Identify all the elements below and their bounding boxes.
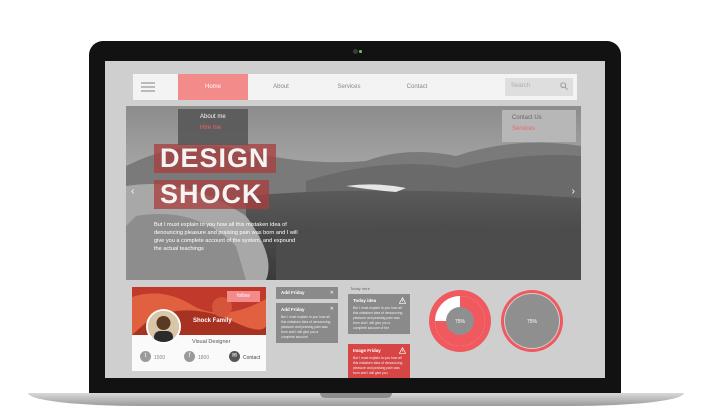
dropdown-item-about-me[interactable]: About me xyxy=(178,109,248,120)
dropdown-item-hire-me[interactable]: Hire me xyxy=(178,120,248,131)
hero-headline-line1: DESIGN xyxy=(154,144,276,173)
mail-icon[interactable]: ✉ xyxy=(229,351,240,362)
search-dropdown-menu: Contact Us Services xyxy=(502,110,576,142)
laptop-notch xyxy=(320,393,392,398)
profile-role: Visual Designer xyxy=(192,339,231,345)
hero-headline-line2: SHOCK xyxy=(154,180,269,209)
notification-card-1[interactable]: Add Friday ✕ xyxy=(276,287,338,299)
profile-card: follow Shock Family Visual Designer t 15… xyxy=(132,287,266,371)
slider-next-icon[interactable]: › xyxy=(572,186,575,197)
gauge-2: 75% xyxy=(501,290,563,352)
close-icon[interactable]: ✕ xyxy=(330,306,334,312)
dropdown-item-services[interactable]: Services xyxy=(502,121,576,132)
slider-dots[interactable] xyxy=(359,271,383,280)
notification-card-2[interactable]: Add Friday ✕ But I must explain to you h… xyxy=(276,303,338,343)
card4-body: But I must explain to you how all this m… xyxy=(353,356,403,375)
top-nav: Home About Services Contact Search xyxy=(133,74,577,100)
facebook-icon[interactable]: f xyxy=(184,351,195,362)
card2-title: Add Friday xyxy=(281,307,305,312)
contact-link[interactable]: Contact xyxy=(243,355,260,361)
about-dropdown-menu: About me Hire me xyxy=(178,109,248,145)
webcam-led xyxy=(359,50,362,53)
gauge-1: 75% xyxy=(429,290,491,352)
slider-prev-icon[interactable]: ‹ xyxy=(131,186,134,197)
nav-contact[interactable]: Contact xyxy=(384,74,450,100)
search-input[interactable]: Search xyxy=(505,78,573,96)
notification-card-4[interactable]: Image Friday But I must explain to you h… xyxy=(348,344,410,378)
follow-button[interactable]: follow xyxy=(227,291,260,302)
nav-services[interactable]: Services xyxy=(314,74,384,100)
card2-body: But I must explain to you how all this m… xyxy=(281,315,331,339)
gauge-2-label: 75% xyxy=(527,319,538,325)
nav-about[interactable]: About xyxy=(248,74,314,100)
card3-body: But I must explain to you how all this m… xyxy=(353,306,403,330)
webcam xyxy=(353,49,358,54)
avatar xyxy=(146,309,181,344)
laptop-mockup: Home About Services Contact Search DESIG… xyxy=(0,0,712,420)
dropdown-item-contact-us[interactable]: Contact Us xyxy=(502,110,576,121)
close-icon[interactable]: ✕ xyxy=(330,290,334,296)
twitter-icon[interactable]: t xyxy=(140,351,151,362)
today-label: Today here xyxy=(350,286,370,291)
nav-home[interactable]: Home xyxy=(178,74,248,100)
notification-card-3[interactable]: Today idea But I must explain to you how… xyxy=(348,294,410,334)
twitter-count: 1500 xyxy=(154,355,166,361)
laptop-screen: Home About Services Contact Search DESIG… xyxy=(105,61,605,378)
facebook-count: 1800 xyxy=(198,355,210,361)
search-icon[interactable] xyxy=(560,82,568,90)
warning-icon xyxy=(399,347,406,354)
warning-icon xyxy=(399,297,406,304)
hamburger-menu-icon[interactable] xyxy=(141,82,155,92)
hero-body-text: But I must explain to you how all this m… xyxy=(154,222,298,252)
profile-name: Shock Family xyxy=(193,318,232,324)
card1-title: Add Friday xyxy=(281,290,305,295)
gauge-1-label: 75% xyxy=(455,319,466,325)
search-placeholder: Search xyxy=(511,83,531,89)
